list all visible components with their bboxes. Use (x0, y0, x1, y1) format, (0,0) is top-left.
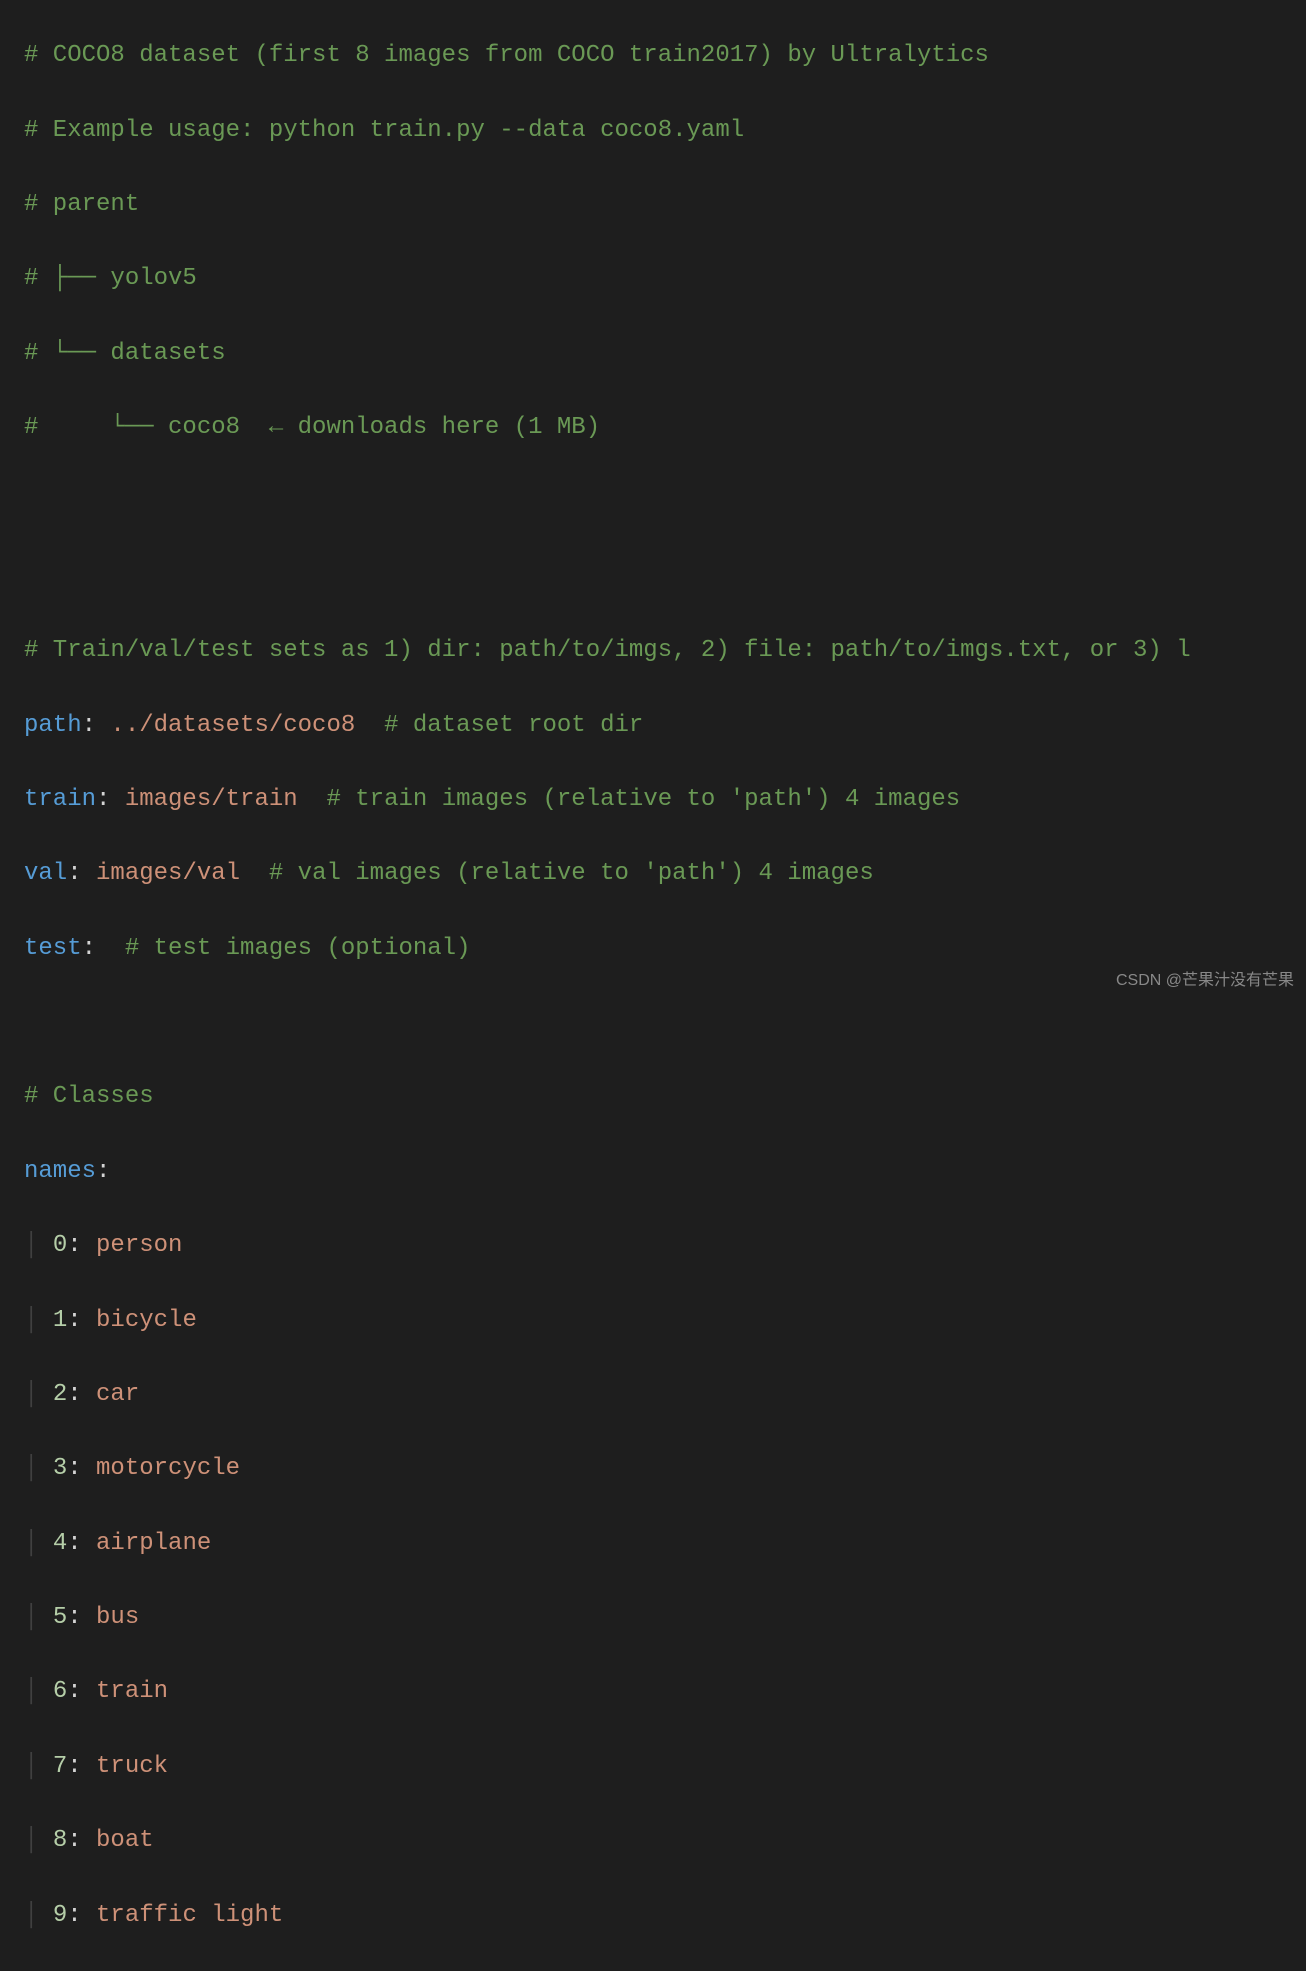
yaml-key-train: train (24, 786, 96, 813)
colon: : (67, 1307, 96, 1334)
colon: : (96, 786, 110, 813)
yaml-key-index: 4 (53, 1530, 67, 1557)
yaml-key-names: names (24, 1158, 96, 1185)
yaml-key-index: 3 (53, 1455, 67, 1482)
indent-guide-icon: │ (24, 1753, 53, 1780)
colon: : (96, 1158, 110, 1185)
colon: : (67, 1902, 96, 1929)
colon: : (82, 935, 96, 962)
indent-guide-icon: │ (24, 1678, 53, 1705)
comment-line: # └── coco8 ← downloads here (1 MB) (24, 414, 600, 441)
blank-line (24, 1004, 1306, 1041)
yaml-class-value: train (96, 1678, 168, 1705)
yaml-class-value: airplane (96, 1530, 211, 1557)
yaml-key-index: 9 (53, 1902, 67, 1929)
colon: : (67, 860, 81, 887)
yaml-value (96, 935, 125, 962)
colon: : (67, 1381, 96, 1408)
colon: : (67, 1455, 96, 1482)
yaml-value: images/train (110, 786, 326, 813)
yaml-class-value: person (96, 1232, 182, 1259)
indent-guide-icon: │ (24, 1827, 53, 1854)
comment-line: # Train/val/test sets as 1) dir: path/to… (24, 637, 1191, 664)
yaml-key-path: path (24, 712, 82, 739)
yaml-key-index: 7 (53, 1753, 67, 1780)
comment-inline: # val images (relative to 'path') 4 imag… (269, 860, 874, 887)
yaml-key-index: 0 (53, 1232, 67, 1259)
yaml-class-value: motorcycle (96, 1455, 240, 1482)
yaml-key-index: 1 (53, 1307, 67, 1334)
comment-line: # COCO8 dataset (first 8 images from COC… (24, 42, 989, 69)
colon: : (67, 1678, 96, 1705)
colon: : (67, 1530, 96, 1557)
comment-line: # └── datasets (24, 340, 226, 367)
comment-line: # Classes (24, 1083, 154, 1110)
yaml-key-index: 5 (53, 1604, 67, 1631)
yaml-key-test: test (24, 935, 82, 962)
watermark-text: CSDN @芒果汁没有芒果 (1116, 969, 1294, 994)
yaml-value: images/val (82, 860, 269, 887)
comment-line: # parent (24, 191, 139, 218)
indent-guide-icon: │ (24, 1381, 53, 1408)
comment-inline: # dataset root dir (384, 712, 643, 739)
comment-line: # Example usage: python train.py --data … (24, 117, 744, 144)
blank-line (24, 558, 1306, 595)
colon: : (67, 1827, 96, 1854)
indent-guide-icon: │ (24, 1455, 53, 1482)
yaml-class-value: bus (96, 1604, 139, 1631)
comment-line: # ├── yolov5 (24, 265, 197, 292)
yaml-key-val: val (24, 860, 67, 887)
indent-guide-icon: │ (24, 1307, 53, 1334)
colon: : (67, 1753, 96, 1780)
yaml-class-value: traffic light (96, 1902, 283, 1929)
indent-guide-icon: │ (24, 1604, 53, 1631)
colon: : (67, 1604, 96, 1631)
yaml-key-index: 2 (53, 1381, 67, 1408)
yaml-class-value: bicycle (96, 1307, 197, 1334)
indent-guide-icon: │ (24, 1232, 53, 1259)
indent-guide-icon: │ (24, 1530, 53, 1557)
blank-line (24, 483, 1306, 520)
yaml-value: ../datasets/coco8 (96, 712, 384, 739)
colon: : (67, 1232, 96, 1259)
comment-inline: # test images (optional) (125, 935, 471, 962)
yaml-key-index: 6 (53, 1678, 67, 1705)
yaml-class-value: truck (96, 1753, 168, 1780)
yaml-key-index: 8 (53, 1827, 67, 1854)
comment-inline: # train images (relative to 'path') 4 im… (326, 786, 960, 813)
colon: : (82, 712, 96, 739)
indent-guide-icon: │ (24, 1902, 53, 1929)
yaml-class-value: car (96, 1381, 139, 1408)
code-editor[interactable]: # COCO8 dataset (first 8 images from COC… (24, 0, 1306, 1971)
yaml-class-value: boat (96, 1827, 154, 1854)
